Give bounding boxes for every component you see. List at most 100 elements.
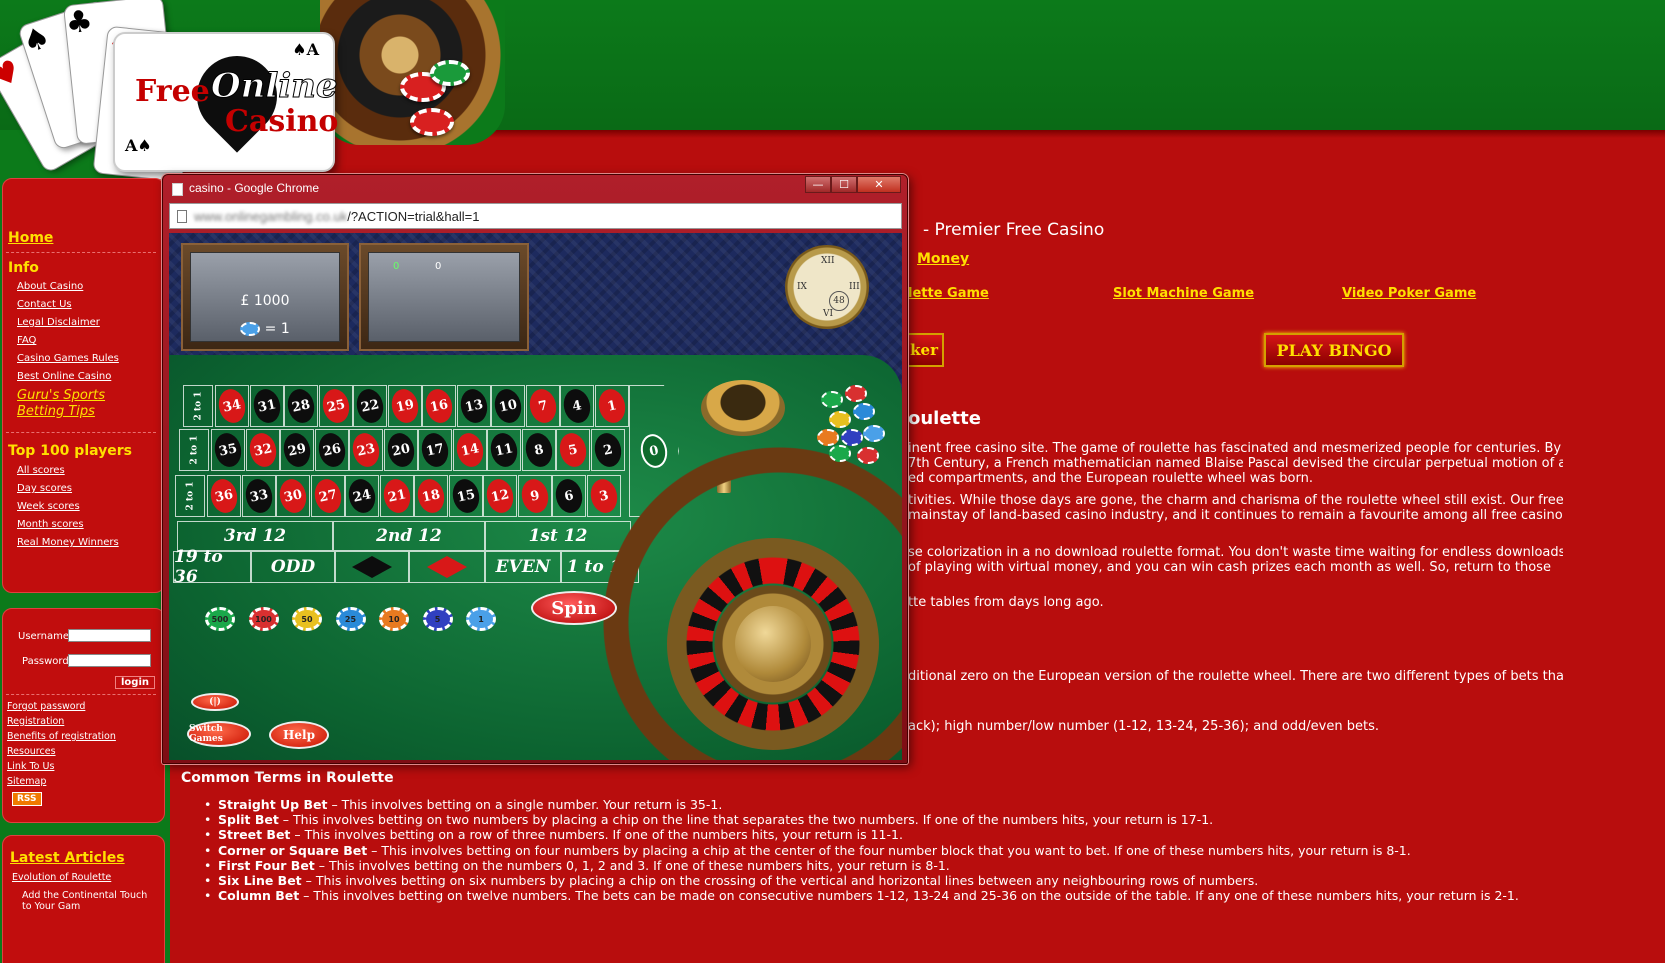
number-cell[interactable]: 25 xyxy=(318,385,353,427)
chip-10-button[interactable]: 10 xyxy=(379,607,409,631)
black-bet-cell[interactable] xyxy=(335,551,409,583)
sidebar-link-legal-disclaimer[interactable]: Legal Disclaimer xyxy=(17,317,100,328)
chrome-popup-window[interactable]: casino - Google Chrome — ☐ ✕ www.onlineg… xyxy=(162,174,908,764)
number-cell[interactable]: 14 xyxy=(452,429,487,471)
rss-button[interactable]: RSS xyxy=(12,792,42,806)
sidebar-link-faq[interactable]: FAQ xyxy=(17,335,36,346)
number-cell[interactable]: 24 xyxy=(345,475,379,517)
number-cell[interactable]: 31 xyxy=(249,385,284,427)
outside-bet-cell[interactable]: 19 to 36 xyxy=(173,547,251,587)
number-cell[interactable]: 33 xyxy=(241,475,276,517)
slot-machine-link[interactable]: Slot Machine Game xyxy=(1113,286,1254,301)
sitemap-link[interactable]: Sitemap xyxy=(7,776,46,787)
number-cell[interactable]: 23 xyxy=(349,429,383,471)
sidebar-link-week-scores[interactable]: Week scores xyxy=(17,501,80,512)
sidebar-link-real-money-winners[interactable]: Real Money Winners xyxy=(17,537,119,548)
resources-link[interactable]: Resources xyxy=(7,746,56,757)
number-cell[interactable]: 34 xyxy=(215,385,249,427)
list-item: Straight Up Bet – This involves betting … xyxy=(200,797,1660,812)
number-cell[interactable]: 18 xyxy=(414,475,448,517)
chip-pile-icon xyxy=(857,447,879,464)
sidebar-link-all-scores[interactable]: All scores xyxy=(17,465,65,476)
spin-button[interactable]: Spin xyxy=(531,591,617,625)
number-cell[interactable]: 29 xyxy=(280,429,314,471)
number-cell[interactable]: 22 xyxy=(353,385,387,427)
number-cell[interactable]: 17 xyxy=(418,429,452,471)
number-cell[interactable]: 15 xyxy=(448,475,483,517)
roulette-game-link[interactable]: lette Game xyxy=(908,286,989,301)
roulette-game[interactable]: £ 1000 = 1 0 0 XII III IX VI 48 34 31 28 25… xyxy=(169,233,902,760)
number-cell[interactable]: 21 xyxy=(379,475,414,517)
number-cell[interactable]: 35 xyxy=(211,429,245,471)
benefits-link[interactable]: Benefits of registration xyxy=(7,731,116,742)
number-cell[interactable]: 7 xyxy=(525,385,560,427)
switch-games-button[interactable]: Switch Games xyxy=(187,721,251,747)
link-to-us-link[interactable]: Link To Us xyxy=(7,761,54,772)
address-bar[interactable]: www.onlinegambling.co.uk/?ACTION=trial&h… xyxy=(169,203,902,229)
chip-5-button[interactable]: 5 xyxy=(422,607,453,631)
column-bet-cell[interactable]: 2 to 1 xyxy=(175,475,205,517)
outside-bet-cell[interactable]: EVEN xyxy=(485,551,561,583)
latest-articles-heading[interactable]: Latest Articles xyxy=(10,850,125,866)
username-input[interactable] xyxy=(68,629,151,642)
site-logo[interactable]: Free Online Casino ♠A A♠ xyxy=(113,32,338,172)
number-cell[interactable]: 6 xyxy=(552,475,586,517)
number-cell[interactable]: 3 xyxy=(586,475,621,517)
number-cell[interactable]: 4 xyxy=(560,385,594,427)
forgot-password-link[interactable]: Forgot password xyxy=(7,701,85,712)
number-cell[interactable]: 19 xyxy=(387,385,422,427)
close-button[interactable]: ✕ xyxy=(857,176,901,193)
maximize-button[interactable]: ☐ xyxy=(831,176,857,193)
dozen-bet-cell[interactable]: 1st 12 xyxy=(485,521,631,551)
number-cell[interactable]: 8 xyxy=(521,429,556,471)
number-cell[interactable]: 27 xyxy=(310,475,345,517)
sidebar-link-day-scores[interactable]: Day scores xyxy=(17,483,72,494)
number-cell[interactable]: 20 xyxy=(383,429,418,471)
number-cell[interactable]: 26 xyxy=(314,429,349,471)
money-link[interactable]: Money xyxy=(917,251,969,267)
number-label: 21 xyxy=(380,476,413,516)
play-poker-button[interactable]: ker xyxy=(908,333,944,367)
help-button[interactable]: Help xyxy=(269,721,329,749)
number-cell[interactable]: 11 xyxy=(487,429,521,471)
sidebar-home-link[interactable]: Home xyxy=(8,230,53,246)
sidebar-link-contact-us[interactable]: Contact Us xyxy=(17,299,72,310)
password-input[interactable] xyxy=(68,654,151,667)
number-cell[interactable]: 32 xyxy=(245,429,280,471)
chip-500-button[interactable]: 500 xyxy=(205,607,235,631)
sidebar-link-about-casino[interactable]: About Casino xyxy=(17,281,83,292)
number-cell[interactable]: 2 xyxy=(590,429,625,471)
chip-1-button[interactable]: 1 xyxy=(466,607,496,631)
sidebar-link-month-scores[interactable]: Month scores xyxy=(17,519,84,530)
number-cell[interactable]: 10 xyxy=(491,385,525,427)
sidebar-link-guru-tips[interactable]: Guru's Sports Betting Tips xyxy=(17,388,155,420)
column-bet-cell[interactable]: 2 to 1 xyxy=(179,429,209,471)
sound-toggle-button[interactable]: (|) xyxy=(191,693,239,711)
play-bingo-button[interactable]: PLAY BINGO xyxy=(1264,333,1404,367)
registration-link[interactable]: Registration xyxy=(7,716,64,727)
number-cell[interactable]: 9 xyxy=(517,475,552,517)
column-bet-cell[interactable]: 2 to 1 xyxy=(183,385,213,427)
article-link-continental[interactable]: Add the Continental Touch to Your Gam xyxy=(22,890,152,912)
minimize-button[interactable]: — xyxy=(805,176,831,193)
number-cell[interactable]: 1 xyxy=(594,385,629,427)
chip-50-button[interactable]: 50 xyxy=(292,607,322,631)
outside-bet-cell[interactable]: ODD xyxy=(251,551,335,583)
number-cell[interactable]: 16 xyxy=(422,385,456,427)
login-button[interactable]: login xyxy=(115,676,156,689)
term-desc: – This involves betting on a row of thre… xyxy=(290,827,903,843)
number-cell[interactable]: 12 xyxy=(483,475,517,517)
number-cell[interactable]: 5 xyxy=(556,429,590,471)
chip-25-button[interactable]: 25 xyxy=(335,607,366,631)
article-link-evolution[interactable]: Evolution of Roulette xyxy=(12,872,111,883)
red-bet-cell[interactable] xyxy=(409,551,485,583)
number-cell[interactable]: 36 xyxy=(207,475,241,517)
sidebar-link-casino-games-rules[interactable]: Casino Games Rules xyxy=(17,353,119,364)
number-cell[interactable]: 13 xyxy=(456,385,491,427)
video-poker-link[interactable]: Video Poker Game xyxy=(1342,286,1476,301)
number-cell[interactable]: 30 xyxy=(276,475,310,517)
chip-100-button[interactable]: 100 xyxy=(248,607,279,631)
dozen-bet-cell[interactable]: 2nd 12 xyxy=(333,521,485,551)
sidebar-link-best-online-casino[interactable]: Best Online Casino xyxy=(17,371,111,382)
number-cell[interactable]: 28 xyxy=(284,385,318,427)
